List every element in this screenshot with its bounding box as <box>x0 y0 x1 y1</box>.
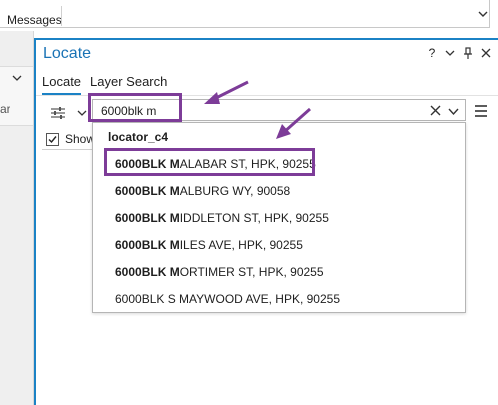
messages-label: Messages <box>7 13 62 27</box>
match-bold: 6000BLK M <box>115 211 180 225</box>
list-item[interactable]: 6000BLK S MAYWOOD AVE, HPK, 90255 <box>115 292 340 306</box>
annotation-box-search <box>88 93 182 122</box>
close-icon[interactable] <box>480 46 492 60</box>
list-item[interactable]: 6000BLK MALBURG WY, 90058 <box>115 184 290 198</box>
left-pane-partial-text: ar <box>0 102 10 116</box>
show-option-row: Show <box>46 132 95 146</box>
left-dock-pane: ar <box>0 31 34 405</box>
match-rest: ORTIMER ST, HPK, 90255 <box>179 265 324 279</box>
chevron-down-icon[interactable] <box>448 106 459 117</box>
chevron-down-icon[interactable] <box>12 73 22 83</box>
match-rest: ALBURG WY, 90058 <box>179 184 291 198</box>
pane-toolbar: ? <box>426 46 492 60</box>
match-rest: 6000BLK S MAYWOOD AVE, HPK, 90255 <box>115 292 340 306</box>
chevron-down-icon[interactable] <box>476 7 490 21</box>
show-label: Show <box>65 132 96 146</box>
hamburger-menu-icon[interactable] <box>474 104 488 118</box>
annotation-arrow-icon <box>204 80 249 104</box>
annotation-box-result <box>104 148 315 176</box>
match-rest: IDDLETON ST, HPK, 90255 <box>179 211 329 225</box>
tab-locate[interactable]: Locate <box>42 74 82 95</box>
options-divider <box>42 149 98 150</box>
messages-dropdown[interactable]: Messages <box>0 0 490 28</box>
pin-icon[interactable] <box>462 46 474 60</box>
checkbox-checked-icon[interactable] <box>46 132 59 146</box>
match-bold: 6000BLK M <box>115 265 180 279</box>
settings-sliders-icon[interactable] <box>50 105 66 121</box>
pane-title: Locate <box>43 45 92 62</box>
chevron-down-icon[interactable] <box>77 108 87 118</box>
clear-icon[interactable] <box>430 105 441 116</box>
match-rest: ILES AVE, HPK, 90255 <box>179 238 303 252</box>
messages-divider <box>61 6 62 26</box>
list-item[interactable]: 6000BLK MILES AVE, HPK, 90255 <box>115 238 303 252</box>
chevron-down-icon[interactable] <box>444 46 456 60</box>
locate-tabs: Locate Layer Search <box>42 74 167 95</box>
messages-strip: Messages <box>0 0 498 31</box>
app-root: Messages ar Locate ? Locate Layer Search… <box>0 0 498 405</box>
match-bold: 6000BLK M <box>115 184 180 198</box>
annotation-arrow-icon <box>276 107 311 139</box>
match-bold: 6000BLK M <box>115 238 180 252</box>
list-item[interactable]: 6000BLK MORTIMER ST, HPK, 90255 <box>115 265 324 279</box>
help-icon[interactable]: ? <box>426 46 438 60</box>
tab-layer-search[interactable]: Layer Search <box>90 74 167 93</box>
list-item[interactable]: 6000BLK MIDDLETON ST, HPK, 90255 <box>115 211 329 225</box>
dropdown-header: locator_c4 <box>108 130 169 144</box>
